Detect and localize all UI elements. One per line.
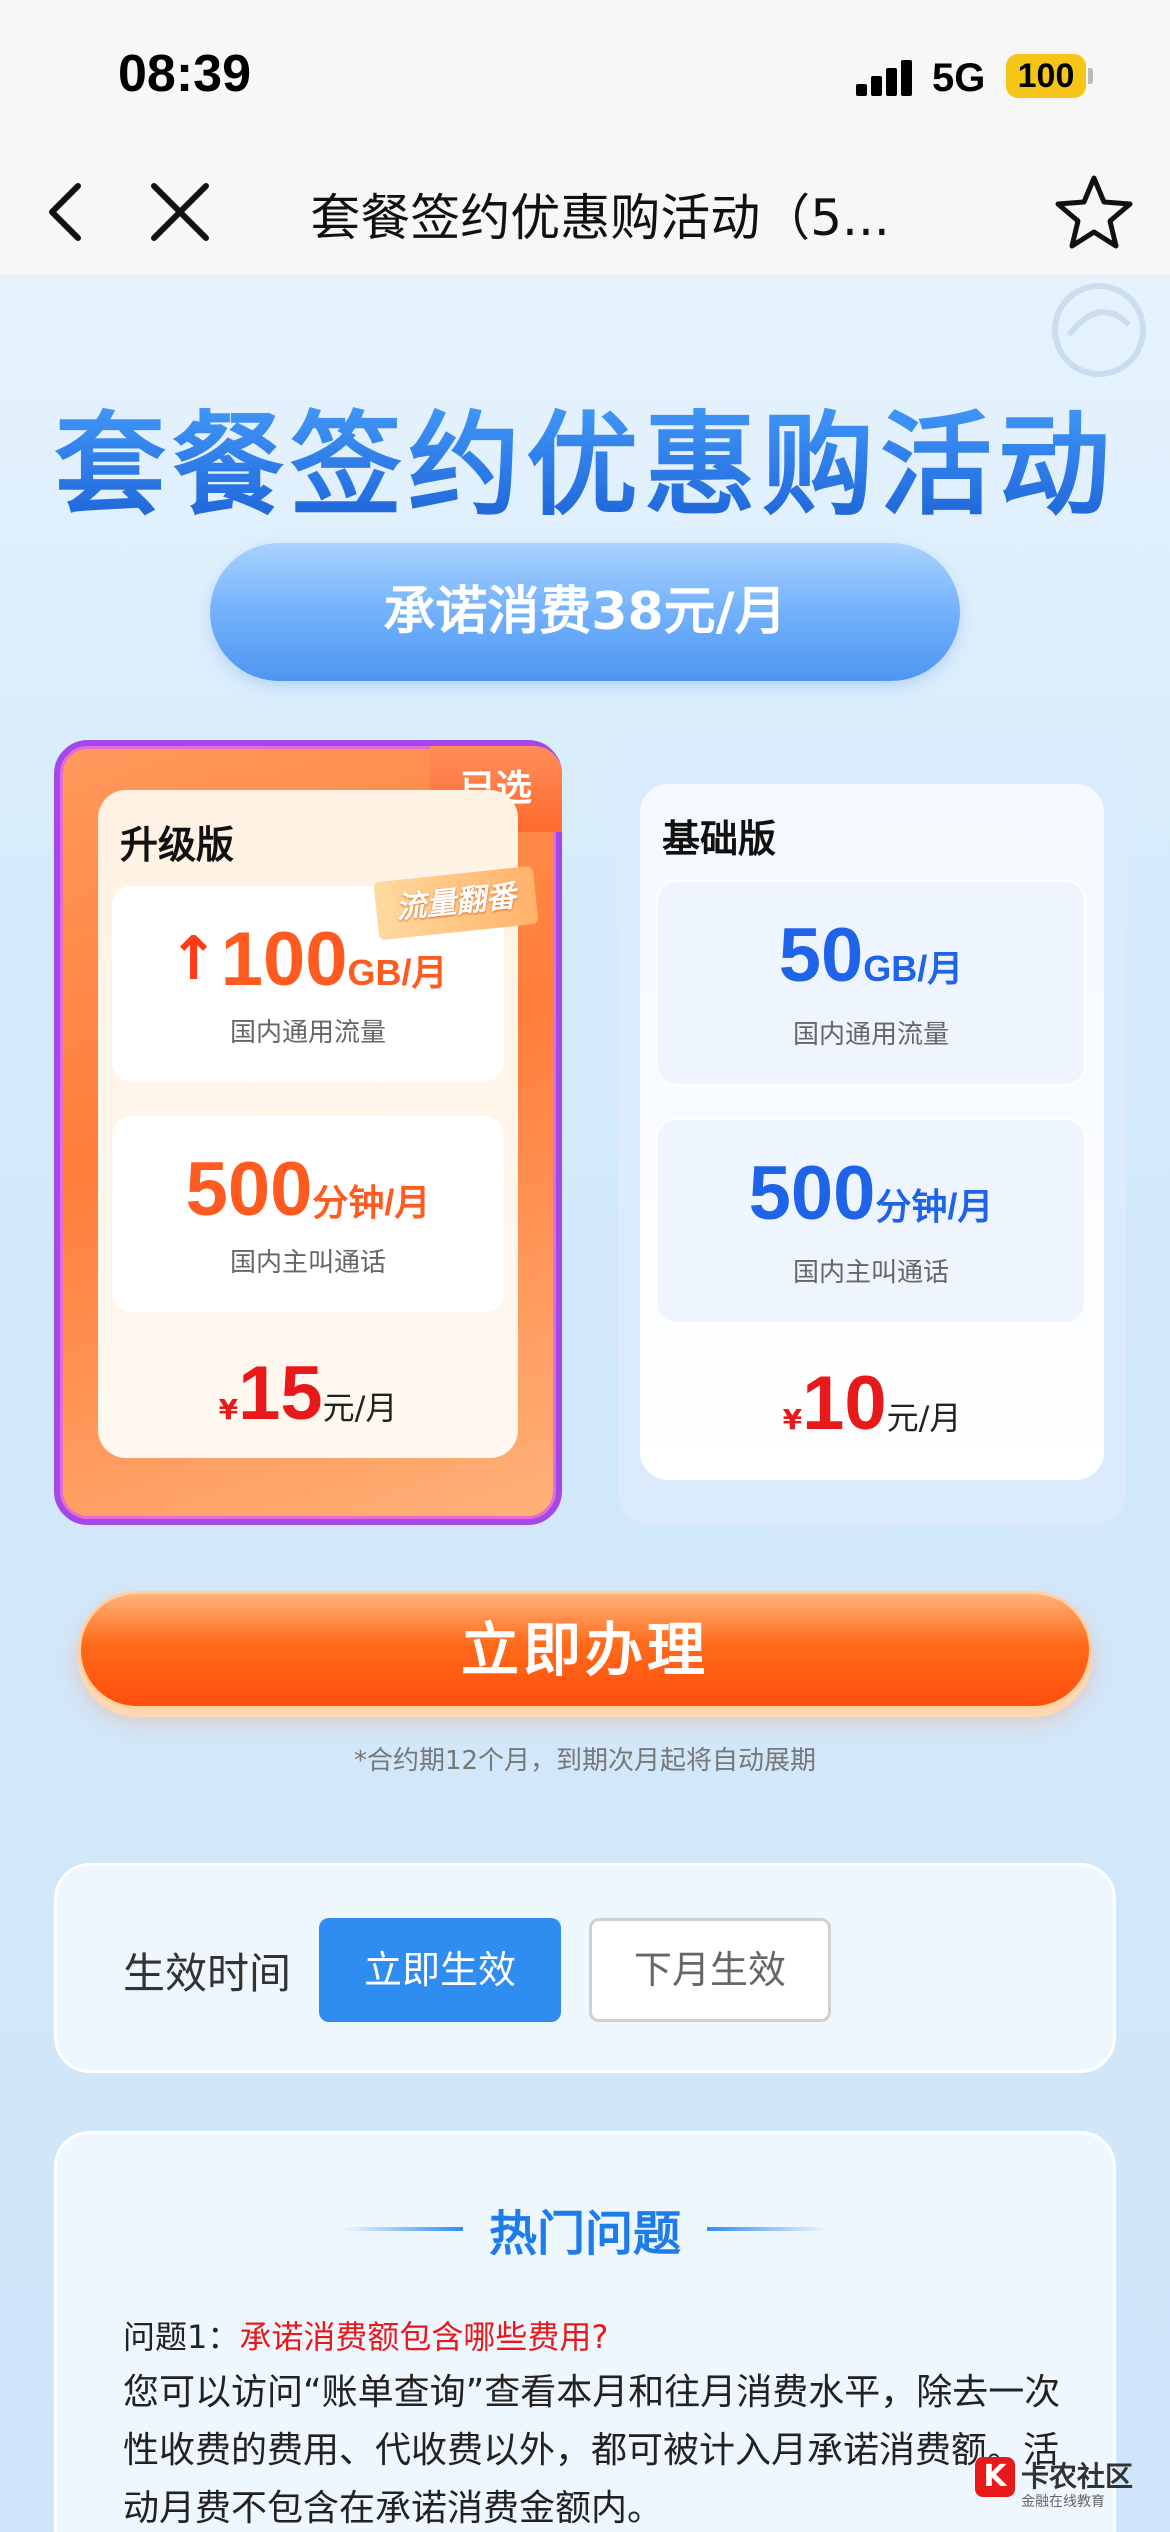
- cellular-signal-icon: [856, 60, 914, 96]
- watermark-title: 卡农社区: [1021, 2460, 1134, 2493]
- battery-icon: 100: [1006, 54, 1086, 98]
- data-allowance-box: 50GB/月 国内通用流量: [656, 880, 1086, 1086]
- price-currency: ¥: [782, 1403, 803, 1436]
- apply-now-button[interactable]: 立即办理: [78, 1591, 1092, 1709]
- watermark: K 卡农社区 金融在线教育: [975, 2455, 1133, 2525]
- plan-card-inner: 升级版 ↑100GB/月 国内通用流量 流量翻番 500分钟/月 国内主叫通话 …: [98, 790, 539, 1458]
- promo-tag: 流量翻番: [373, 865, 539, 941]
- option-effective-now[interactable]: 立即生效: [319, 1918, 561, 2022]
- faq-title: 热门问题: [488, 2206, 681, 2262]
- promise-pill: 承诺消费38元/月: [210, 543, 960, 681]
- voice-amount: 500: [185, 1147, 313, 1232]
- arrow-up-icon: ↑: [168, 924, 219, 994]
- voice-allowance-value: 500分钟/月: [112, 1146, 504, 1233]
- faq-panel: 热门问题 问题1：承诺消费额包含哪些费用? 您可以访问“账单查询”查看本月和往月…: [54, 2131, 1116, 2532]
- nav-bar: 套餐签约优惠购活动（5...: [0, 150, 1170, 275]
- plan-card-inner: 基础版 50GB/月 国内通用流量 500分钟/月 国内主叫通话 ¥10元/月: [640, 784, 1104, 1480]
- plan-card-upgrade[interactable]: 已选 升级版 ↑100GB/月 国内通用流量 流量翻番 500分钟/月 国内主叫…: [54, 740, 562, 1525]
- data-amount: 50: [778, 913, 864, 998]
- page-content: 套餐签约优惠购活动 承诺消费38元/月 已选 升级版 ↑100GB/月 国内通用…: [0, 275, 1170, 2532]
- network-type: 5G: [932, 56, 986, 100]
- status-bar: 08:39 5G 100: [0, 0, 1170, 150]
- option-effective-next-month[interactable]: 下月生效: [589, 1918, 831, 2022]
- plan-price: ¥10元/月: [640, 1360, 1104, 1447]
- plan-name: 升级版: [120, 823, 235, 867]
- price-value: 15: [238, 1351, 323, 1436]
- voice-allowance-box: 500分钟/月 国内主叫通话: [112, 1116, 504, 1312]
- star-icon[interactable]: [1052, 170, 1136, 254]
- voice-allowance-value: 500分钟/月: [658, 1150, 1084, 1237]
- price-unit: 元/月: [886, 1399, 962, 1437]
- data-unit: GB/月: [347, 952, 448, 993]
- back-icon[interactable]: [30, 172, 110, 252]
- voice-amount: 500: [748, 1151, 876, 1236]
- promise-text: 承诺消费38元/月: [383, 582, 787, 642]
- data-allowance-value: 50GB/月: [658, 912, 1084, 999]
- voice-unit: 分钟/月: [875, 1186, 994, 1227]
- faq-answer: 您可以访问“账单查询”查看本月和往月消费水平，除去一次性收费的费用、代收费以外，…: [123, 2372, 1061, 2529]
- data-label: 国内通用流量: [229, 1018, 386, 1048]
- voice-unit: 分钟/月: [312, 1182, 431, 1223]
- plan-card-basic[interactable]: 基础版 50GB/月 国内通用流量 500分钟/月 国内主叫通话 ¥10元/月: [618, 740, 1126, 1525]
- voice-label: 国内主叫通话: [792, 1258, 949, 1288]
- faq-header: 热门问题: [57, 2194, 1113, 2264]
- faq-question[interactable]: 问题1：承诺消费额包含哪些费用?: [123, 2312, 608, 2358]
- hero-title: 套餐签约优惠购活动: [0, 375, 1170, 537]
- brand-logo-icon: [1044, 275, 1154, 385]
- price-unit: 元/月: [322, 1389, 398, 1427]
- close-icon[interactable]: [140, 172, 220, 252]
- effective-time-panel: 生效时间 立即生效 下月生效: [54, 1863, 1116, 2073]
- faq-question-text: 承诺消费额包含哪些费用?: [239, 2318, 609, 2356]
- status-time: 08:39: [118, 45, 251, 103]
- data-unit: GB/月: [863, 948, 964, 989]
- plan-price: ¥15元/月: [98, 1350, 518, 1437]
- page-title: 套餐签约优惠购活动（5...: [310, 189, 890, 247]
- faq-divider-left: [342, 2227, 463, 2231]
- voice-label: 国内主叫通话: [229, 1248, 386, 1278]
- battery-tip: [1088, 68, 1093, 84]
- price-currency: ¥: [218, 1393, 239, 1426]
- data-amount: 100: [220, 917, 348, 1002]
- watermark-subtitle: 金融在线教育: [1021, 2494, 1105, 2510]
- faq-divider-right: [707, 2227, 827, 2231]
- price-value: 10: [802, 1361, 887, 1446]
- watermark-logo-icon: K: [975, 2457, 1015, 2497]
- apply-now-label: 立即办理: [460, 1616, 709, 1684]
- voice-allowance-box: 500分钟/月 国内主叫通话: [656, 1118, 1086, 1324]
- faq-question-prefix: 问题1：: [123, 2318, 240, 2356]
- effective-time-label: 生效时间: [123, 1949, 292, 1998]
- data-label: 国内通用流量: [792, 1020, 949, 1050]
- contract-note: *合约期12个月，到期次月起将自动展期: [353, 1746, 817, 1776]
- plan-name: 基础版: [662, 817, 777, 861]
